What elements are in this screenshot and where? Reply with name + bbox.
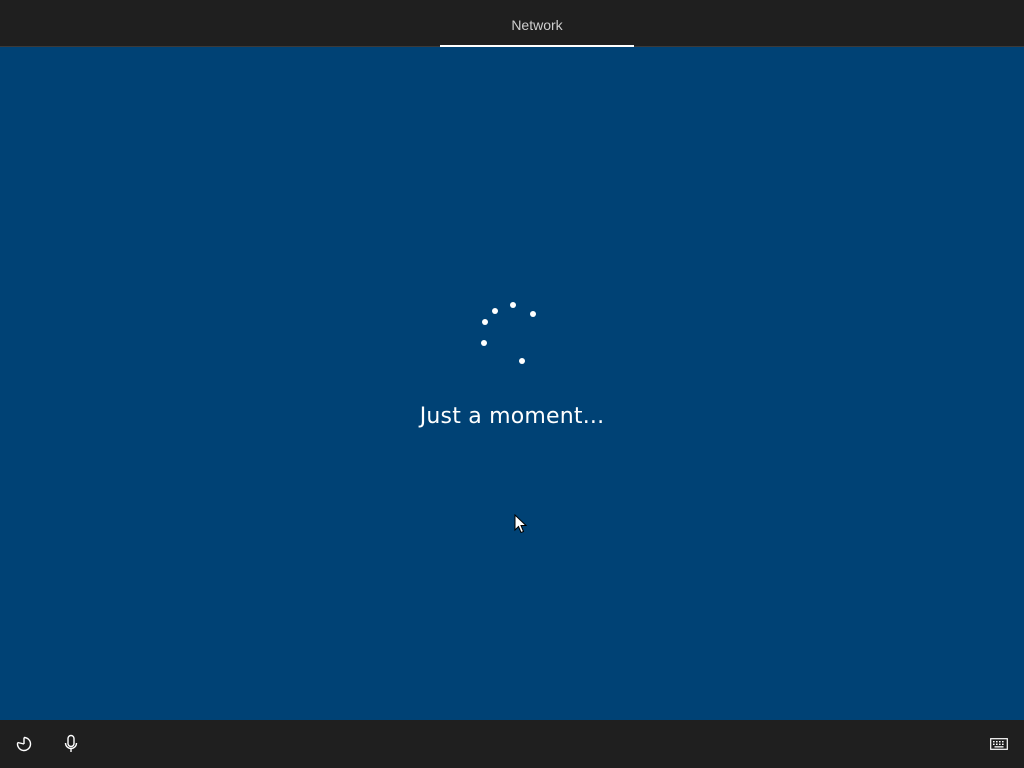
microphone-icon[interactable] [59,732,83,756]
spinner-dot [510,302,516,308]
top-bar: Network [0,0,1024,47]
bottom-bar [0,720,1024,768]
ease-of-access-icon[interactable] [12,732,36,756]
spinner-dot [519,358,525,364]
main-panel [0,47,1024,720]
tab-network: Network [440,0,634,47]
keyboard-icon[interactable] [987,732,1011,756]
spinner-dot [481,340,487,346]
status-message: Just a moment... [419,404,605,429]
loading-spinner [472,296,548,372]
tab-network-label: Network [511,17,563,33]
spinner-dot [492,308,498,314]
spinner-dot [530,311,536,317]
spinner-dot [482,319,488,325]
mouse-cursor-icon [514,514,528,534]
